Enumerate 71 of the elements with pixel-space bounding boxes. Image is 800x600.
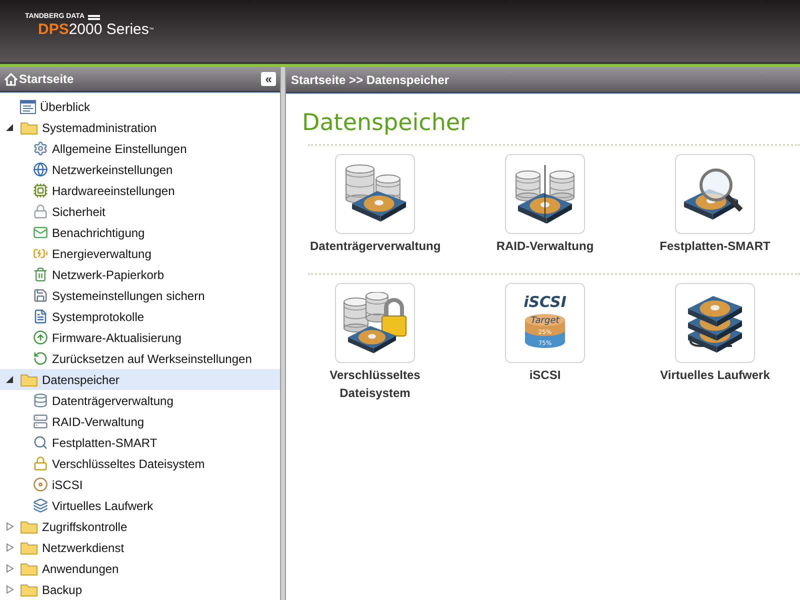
tree-item[interactable]: Zugriffskontrolle: [0, 516, 280, 537]
reset-icon: [33, 351, 48, 366]
collapsed-arrow-icon[interactable]: [6, 522, 14, 531]
folder-icon: [20, 582, 38, 596]
breadcrumb: Startseite >> Datenspeicher: [291, 72, 450, 88]
tree-item[interactable]: Überblick: [0, 96, 280, 117]
tree-item[interactable]: iSCSI: [0, 474, 280, 495]
page-title: Datenspeicher: [302, 109, 471, 138]
expanded-arrow-icon[interactable]: [6, 123, 14, 132]
globe-icon: [33, 162, 48, 177]
tree-item[interactable]: Datenspeicher: [0, 369, 280, 390]
collapsed-arrow-icon[interactable]: [6, 585, 14, 594]
list-icon: [20, 100, 36, 114]
tile-icon-button[interactable]: [505, 154, 585, 234]
database-icon: [33, 393, 48, 408]
tile-label[interactable]: iSCSI: [480, 366, 610, 384]
collapsed-arrow-icon[interactable]: [6, 564, 14, 573]
tree-item[interactable]: Datenträgerverwaltung: [0, 390, 280, 411]
tree-item[interactable]: Verschlüsseltes Dateisystem: [0, 453, 280, 474]
layers-icon: [33, 498, 48, 513]
envelope-icon: [33, 225, 48, 240]
tree-item[interactable]: Systemprotokolle: [0, 306, 280, 327]
server-icon: [33, 414, 48, 429]
upload-icon: [33, 330, 48, 345]
tile-icon-button[interactable]: [675, 283, 755, 363]
collapse-button[interactable]: «: [261, 72, 276, 86]
tree-item[interactable]: Backup: [0, 579, 280, 600]
chip-icon: [33, 183, 48, 198]
tree-item[interactable]: Hardwareeinstellungen: [0, 180, 280, 201]
tree-item[interactable]: Allgemeine Einstellungen: [0, 138, 280, 159]
tree-item[interactable]: Systemeinstellungen sichern: [0, 285, 280, 306]
sidebar-title: Startseite: [19, 71, 75, 88]
padlock-icon: [33, 456, 48, 471]
tree-item[interactable]: Netzwerk-Papierkorb: [0, 264, 280, 285]
encrypted-storage-icon: [342, 292, 408, 354]
tree-item[interactable]: Benachrichtigung: [0, 222, 280, 243]
magnifier-icon: [33, 435, 48, 450]
tree-item[interactable]: Festplatten-SMART: [0, 432, 280, 453]
tree-item[interactable]: Anwendungen: [0, 558, 280, 579]
tile-label[interactable]: Virtuelles Laufwerk: [650, 366, 780, 384]
collapsed-arrow-icon[interactable]: [6, 543, 14, 552]
tree-item[interactable]: Netzwerkdienst: [0, 537, 280, 558]
tree-item[interactable]: Sicherheit: [0, 201, 280, 222]
folder-icon: [20, 562, 38, 576]
folder-icon: [20, 120, 38, 134]
tile-label[interactable]: Verschlüsseltes Dateisystem: [310, 366, 440, 402]
tree-item[interactable]: RAID-Verwaltung: [0, 411, 280, 432]
tile-icon-button[interactable]: [335, 283, 415, 363]
tree-item[interactable]: Firmware-Aktualisierung: [0, 327, 280, 348]
folder-icon: [20, 520, 38, 534]
brand-stripes-icon: [88, 14, 100, 20]
folder-icon: [20, 540, 38, 554]
tree-item[interactable]: Virtuelles Laufwerk: [0, 495, 280, 516]
tree-item[interactable]: Netzwerkeinstellungen: [0, 159, 280, 180]
home-icon[interactable]: [4, 72, 18, 86]
battery-icon: [33, 246, 48, 261]
folder-icon: [20, 372, 38, 386]
gear-icon: [33, 141, 48, 156]
tile-label[interactable]: Festplatten-SMART: [650, 237, 780, 255]
trash-icon: [33, 267, 48, 282]
tree-item[interactable]: Zurücksetzen auf Werkseinstellungen: [0, 348, 280, 369]
tree-item[interactable]: Energieverwaltung: [0, 243, 280, 264]
disc-icon: [33, 477, 48, 492]
tile-icon-button[interactable]: [335, 154, 415, 234]
padlock-icon: [33, 204, 48, 219]
expanded-arrow-icon[interactable]: [6, 375, 14, 384]
tile-label[interactable]: Datenträgerverwaltung: [310, 237, 440, 255]
document-icon: [33, 309, 48, 324]
tile-icon-button[interactable]: [675, 154, 755, 234]
tile-label[interactable]: RAID-Verwaltung: [480, 237, 610, 255]
tree-item[interactable]: Systemadministration: [0, 117, 280, 138]
